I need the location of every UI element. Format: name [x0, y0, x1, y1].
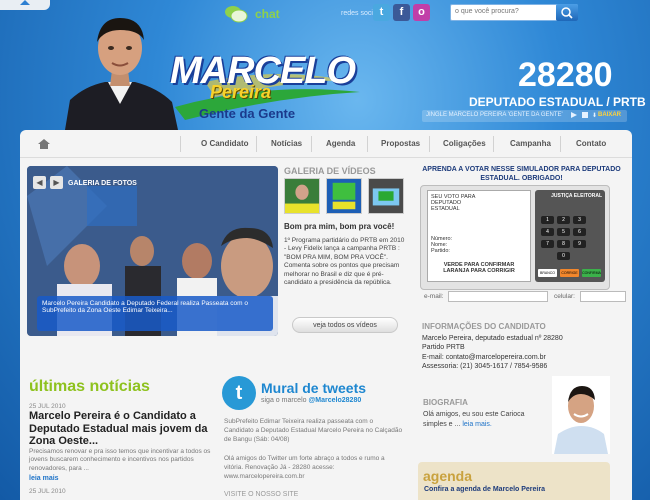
key-1[interactable]: 1: [541, 216, 554, 224]
agenda-title: agenda: [423, 468, 473, 484]
party-label: Partido:: [431, 248, 450, 254]
candidate-number: 28280: [518, 56, 613, 94]
jingle-label: JINGLE MARCELO PEREIRA 'GENTE DA GENTE': [426, 112, 563, 118]
urn-instructions: VERDE PARA CONFIRMAR LARANJA PARA CORRIG…: [443, 262, 515, 274]
urn-screen-title: SEU VOTO PARA DEPUTADO ESTADUAL: [431, 194, 476, 212]
urn-keypad: JUSTIÇA ELEITORAL 1 2 3 4 5 6 7 8 9 0 BR…: [535, 190, 605, 282]
orkut-icon[interactable]: o: [413, 4, 430, 21]
search-button[interactable]: [556, 4, 578, 21]
logo-surname: Pereira: [210, 82, 272, 102]
nav-separator: [180, 136, 181, 152]
news-title: últimas notícias: [29, 378, 150, 395]
follow-prefix: siga o marcelo: [261, 397, 307, 404]
tweet-item: SubPrefeito Edimar Teixeira realiza pass…: [224, 418, 403, 443]
nav-separator: [367, 136, 368, 152]
key-5[interactable]: 5: [557, 228, 570, 236]
info-line: Assessoria: (21) 3045-1617 / 7854-9586: [422, 363, 548, 371]
nav-separator: [560, 136, 561, 152]
top-tab[interactable]: [0, 0, 50, 10]
chat-link[interactable]: chat: [255, 7, 280, 21]
info-line: Partido PRTB: [422, 344, 465, 352]
video-description: 1º Programa partidário do PRTB em 2010 -…: [284, 237, 405, 287]
phone-field[interactable]: [580, 291, 626, 302]
tweets-title: Mural de tweets: [261, 380, 367, 396]
news-body: Precisamos renovar e pra isso temos que …: [29, 448, 211, 472]
nav-separator: [429, 136, 430, 152]
justica-label: JUSTIÇA ELEITORAL: [551, 193, 602, 199]
nav-item-contato[interactable]: Contato: [576, 139, 606, 148]
candidate-position: DEPUTADO ESTADUAL / PRTB: [469, 95, 646, 109]
nav-item-coligacoes[interactable]: Coligações: [443, 139, 486, 148]
branco-button[interactable]: BRANCO: [538, 269, 557, 277]
video-thumb[interactable]: [326, 178, 362, 214]
video-thumb[interactable]: [284, 178, 320, 214]
nav-item-propostas[interactable]: Propostas: [381, 139, 420, 148]
key-8[interactable]: 8: [557, 240, 570, 248]
tweet-item: Olá amigos do Twitter um forte abraço a …: [224, 455, 385, 480]
urn-screen: SEU VOTO PARA DEPUTADO ESTADUAL Número: …: [427, 190, 531, 282]
email-label: e-mail:: [424, 293, 444, 300]
simulator-heading: APRENDA A VOTAR NESSE SIMULADOR PARA DEP…: [422, 166, 621, 182]
nav-divider: [20, 157, 632, 158]
nav-separator: [311, 136, 312, 152]
nav-separator: [256, 136, 257, 152]
jingle-player: JINGLE MARCELO PEREIRA 'GENTE DA GENTE' …: [422, 110, 627, 122]
news-date: 25 JUL 2010: [29, 488, 66, 495]
candidate-photo: [65, 18, 178, 130]
tweets-follow: siga o marcelo @Marcelo28280: [261, 397, 361, 404]
news-read-more[interactable]: leia mais: [29, 475, 59, 482]
chat-icon[interactable]: [224, 4, 248, 24]
key-7[interactable]: 7: [541, 240, 554, 248]
info-line: E-mail: contato@marcelopereira.com.br: [422, 353, 546, 361]
play-icon[interactable]: [571, 112, 577, 118]
nav-item-noticias[interactable]: Notícias: [271, 139, 302, 148]
gallery-next-button[interactable]: ▶: [50, 176, 63, 189]
key-2[interactable]: 2: [557, 216, 570, 224]
nav-separator: [493, 136, 494, 152]
twitter-handle-link[interactable]: @Marcelo28280: [308, 397, 361, 404]
logo-slogan: Gente da Gente: [199, 106, 296, 121]
key-3[interactable]: 3: [573, 216, 586, 224]
video-thumb[interactable]: [368, 178, 404, 214]
key-4[interactable]: 4: [541, 228, 554, 236]
gallery-label: GALERIA DE FOTOS: [68, 180, 137, 187]
confirma-button[interactable]: CONFIRMA: [582, 269, 601, 277]
videos-title: GALERIA DE VÍDEOS: [284, 166, 376, 176]
key-9[interactable]: 9: [573, 240, 586, 248]
nav-item-campanha[interactable]: Campanha: [510, 139, 551, 148]
bio-read-more[interactable]: leia mais.: [462, 421, 492, 428]
candidate-info-title: INFORMAÇÕES DO CANDIDATO: [422, 322, 546, 331]
download-link[interactable]: BAIXAR: [598, 112, 621, 118]
news-date: 25 JUL 2010: [29, 403, 66, 410]
stop-icon[interactable]: [582, 112, 588, 118]
bio-title: BIOGRAFIA: [423, 398, 468, 407]
corrige-button[interactable]: CORRIGE: [560, 269, 579, 277]
agenda-link[interactable]: Confira a agenda de Marcelo Pereira: [424, 486, 545, 493]
gallery-caption[interactable]: Marcelo Pereira Candidato a Deputado Fed…: [37, 296, 273, 331]
contact-row: e-mail: celular:: [420, 290, 626, 304]
main-nav: O Candidato Notícias Agenda Propostas Co…: [20, 133, 632, 155]
all-videos-button[interactable]: veja todos os vídeos: [292, 317, 398, 333]
bio-photo: [552, 376, 610, 454]
nav-item-agenda[interactable]: Agenda: [326, 139, 355, 148]
facebook-icon[interactable]: f: [393, 4, 410, 21]
download-arrow-icon: ⬇: [592, 113, 598, 119]
arrow-up-icon: [20, 0, 30, 5]
key-0[interactable]: 0: [557, 252, 570, 260]
gallery-prev-button[interactable]: ◀: [33, 176, 46, 189]
twitter-icon[interactable]: t: [373, 4, 390, 21]
bio-text: Olá amigos, eu sou este Carioca simples …: [423, 410, 548, 430]
search-icon: [561, 7, 573, 19]
twitter-bird-icon: t: [222, 376, 256, 410]
visit-site-label[interactable]: VISITE O NOSSO SITE: [224, 491, 298, 498]
email-field[interactable]: [448, 291, 548, 302]
candidate-info: INFORMAÇÕES DO CANDIDATO Marcelo Pereira…: [422, 322, 612, 372]
phone-label: celular:: [554, 293, 575, 300]
nav-item-o-candidato[interactable]: O Candidato: [201, 139, 249, 148]
news-headline[interactable]: Marcelo Pereira é o Candidato a Deputado…: [29, 410, 209, 448]
video-headline[interactable]: Bom pra mim, bom pra você!: [284, 222, 394, 231]
key-6[interactable]: 6: [573, 228, 586, 236]
info-line: Marcelo Pereira, deputado estadual nº 28…: [422, 334, 563, 342]
